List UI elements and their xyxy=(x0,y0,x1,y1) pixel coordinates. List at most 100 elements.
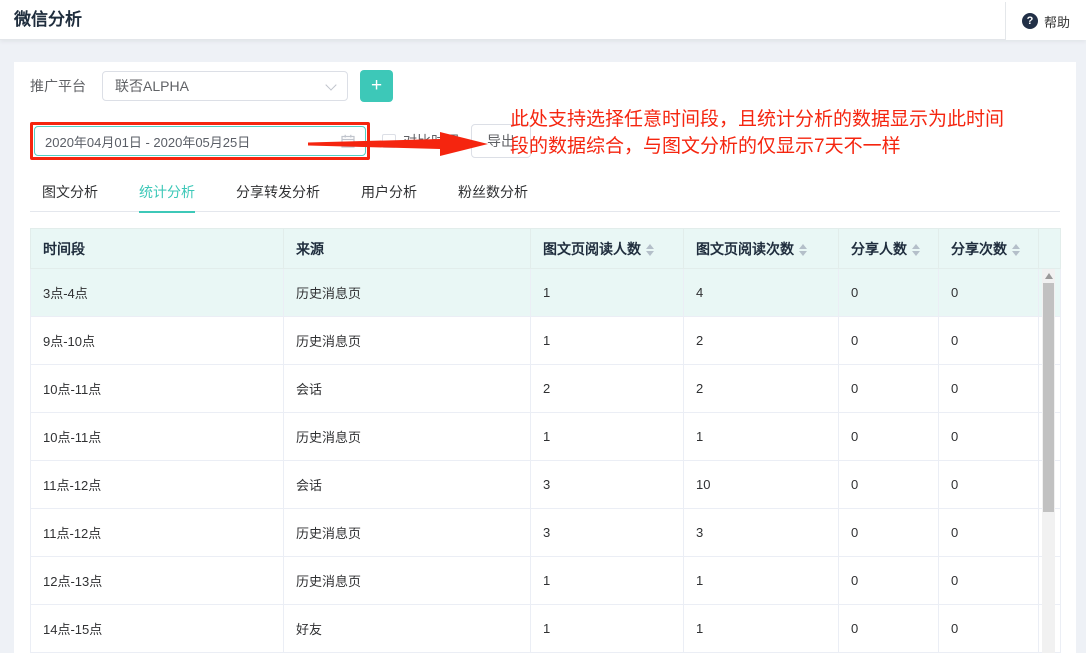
table-cell: 2 xyxy=(683,364,839,413)
table-cell: 3 xyxy=(530,460,684,509)
table-cell: 1 xyxy=(530,412,684,461)
table-cell: 0 xyxy=(938,604,1039,653)
tab-2[interactable]: 分享转发分析 xyxy=(236,172,320,212)
table-cell: 历史消息页 xyxy=(283,412,531,461)
compare-time-checkbox-group[interactable]: 对比时间 xyxy=(382,131,459,151)
table-header-row: 时间段 来源 图文页阅读人数 图文页阅读次数 分享人数 分享次数 xyxy=(30,228,1061,269)
help-button[interactable]: ? 帮助 xyxy=(1004,2,1086,40)
table-cell: 1 xyxy=(683,604,839,653)
table-cell: 2 xyxy=(530,364,684,413)
table-cell: 历史消息页 xyxy=(283,316,531,365)
table-cell: 0 xyxy=(838,412,939,461)
column-header-1: 来源 xyxy=(283,228,531,269)
sort-icon[interactable] xyxy=(646,243,654,256)
table-cell: 1 xyxy=(683,412,839,461)
table-cell: 0 xyxy=(938,412,1039,461)
table-cell: 0 xyxy=(938,460,1039,509)
table-cell: 0 xyxy=(938,364,1039,413)
table-cell: 0 xyxy=(838,604,939,653)
table-cell: 10点-11点 xyxy=(30,412,284,461)
add-platform-button[interactable]: + xyxy=(360,70,393,102)
table-cell: 14点-15点 xyxy=(30,604,284,653)
tab-3[interactable]: 用户分析 xyxy=(361,172,417,212)
column-header-2[interactable]: 图文页阅读人数 xyxy=(530,228,684,269)
table-cell: 历史消息页 xyxy=(283,268,531,317)
compare-time-checkbox[interactable] xyxy=(382,134,396,148)
table-cell: 2 xyxy=(683,316,839,365)
calendar-icon xyxy=(341,134,355,148)
table-row: 9点-10点 历史消息页 1 2 0 0 xyxy=(30,316,1061,365)
scrollbar-column-header xyxy=(1038,228,1061,269)
tab-4[interactable]: 粉丝数分析 xyxy=(458,172,528,212)
table-cell: 3 xyxy=(530,508,684,557)
column-header-5[interactable]: 分享次数 xyxy=(938,228,1039,269)
table-row: 10点-11点 会话 2 2 0 0 xyxy=(30,364,1061,413)
compare-time-label: 对比时间 xyxy=(403,133,459,149)
table-cell: 历史消息页 xyxy=(283,508,531,557)
statistics-table-wrap: 时间段 来源 图文页阅读人数 图文页阅读次数 分享人数 分享次数 3点-4点 历史消息页 1 4… xyxy=(30,228,1061,653)
column-label: 分享人数 xyxy=(851,240,907,257)
help-label: 帮助 xyxy=(1043,14,1070,30)
platform-label: 推广平台 xyxy=(30,78,86,94)
table-cell: 0 xyxy=(938,316,1039,365)
table-cell: 会话 xyxy=(283,364,531,413)
platform-select[interactable]: 联否ALPHA xyxy=(102,71,348,101)
table-cell: 9点-10点 xyxy=(30,316,284,365)
table-cell: 0 xyxy=(938,556,1039,605)
sort-icon[interactable] xyxy=(912,243,920,256)
table-cell: 11点-12点 xyxy=(30,460,284,509)
question-icon: ? xyxy=(1021,13,1038,29)
table-cell: 0 xyxy=(838,268,939,317)
table-cell: 4 xyxy=(683,268,839,317)
content-card: 推广平台 联否ALPHA + 2020年04月01日 - 2020年05月25日 xyxy=(14,62,1076,653)
annotation-line-1: 此处支持选择任意时间段，且统计分析的数据显示为此时间 xyxy=(510,109,1005,130)
table-cell: 0 xyxy=(838,364,939,413)
table-cell: 好友 xyxy=(283,604,531,653)
table-cell: 1 xyxy=(530,268,684,317)
sort-icon[interactable] xyxy=(799,243,807,256)
annotation-text: 此处支持选择任意时间段，且统计分析的数据显示为此时间 段的数据综合，与图文分析的… xyxy=(510,106,1070,160)
column-header-3[interactable]: 图文页阅读次数 xyxy=(683,228,839,269)
tab-0[interactable]: 图文分析 xyxy=(42,172,98,212)
table-cell: 12点-13点 xyxy=(30,556,284,605)
tab-1[interactable]: 统计分析 xyxy=(139,172,195,213)
page: 微信分析 ? 帮助 推广平台 联否ALPHA + 2020年04月01日 - 2… xyxy=(0,0,1086,653)
date-range-value: 2020年04月01日 - 2020年05月25日 xyxy=(45,134,251,150)
table-row: 3点-4点 历史消息页 1 4 0 0 xyxy=(30,268,1061,317)
column-label: 来源 xyxy=(296,240,324,257)
column-header-4[interactable]: 分享人数 xyxy=(838,228,939,269)
table-cell: 3点-4点 xyxy=(30,268,284,317)
table-cell: 0 xyxy=(838,316,939,365)
column-label: 图文页阅读次数 xyxy=(696,240,794,257)
table-scrollbar[interactable] xyxy=(1042,269,1055,653)
table-cell: 10点-11点 xyxy=(30,364,284,413)
table-cell: 11点-12点 xyxy=(30,508,284,557)
annotation-line-2: 段的数据综合，与图文分析的仅显示7天不一样 xyxy=(510,136,901,157)
sort-icon[interactable] xyxy=(1012,243,1020,256)
platform-select-value: 联否ALPHA xyxy=(115,78,189,94)
table-cell: 0 xyxy=(838,460,939,509)
platform-row: 推广平台 联否ALPHA + xyxy=(30,70,1060,102)
table-row: 11点-12点 会话 3 10 0 0 xyxy=(30,460,1061,509)
table-cell: 0 xyxy=(838,556,939,605)
table-cell: 会话 xyxy=(283,460,531,509)
column-label: 分享次数 xyxy=(951,240,1007,257)
table-row: 14点-15点 好友 1 1 0 0 xyxy=(30,604,1061,653)
table-cell: 1 xyxy=(530,316,684,365)
table-cell: 3 xyxy=(683,508,839,557)
annotation-highlight-box: 2020年04月01日 - 2020年05月25日 xyxy=(30,122,370,160)
table-cell: 0 xyxy=(938,268,1039,317)
page-title: 微信分析 xyxy=(14,10,82,29)
scrollbar-thumb[interactable] xyxy=(1043,283,1054,512)
chevron-down-icon xyxy=(325,78,337,91)
date-range-picker[interactable]: 2020年04月01日 - 2020年05月25日 xyxy=(34,126,366,156)
column-header-0: 时间段 xyxy=(30,228,284,269)
column-label: 时间段 xyxy=(43,240,85,257)
column-label: 图文页阅读人数 xyxy=(543,240,641,257)
scrollbar-up-icon[interactable] xyxy=(1042,269,1055,283)
table-cell: 1 xyxy=(530,604,684,653)
table-cell: 1 xyxy=(530,556,684,605)
topbar: 微信分析 ? 帮助 xyxy=(0,0,1086,40)
table-row: 11点-12点 历史消息页 3 3 0 0 xyxy=(30,508,1061,557)
table-cell: 0 xyxy=(938,508,1039,557)
